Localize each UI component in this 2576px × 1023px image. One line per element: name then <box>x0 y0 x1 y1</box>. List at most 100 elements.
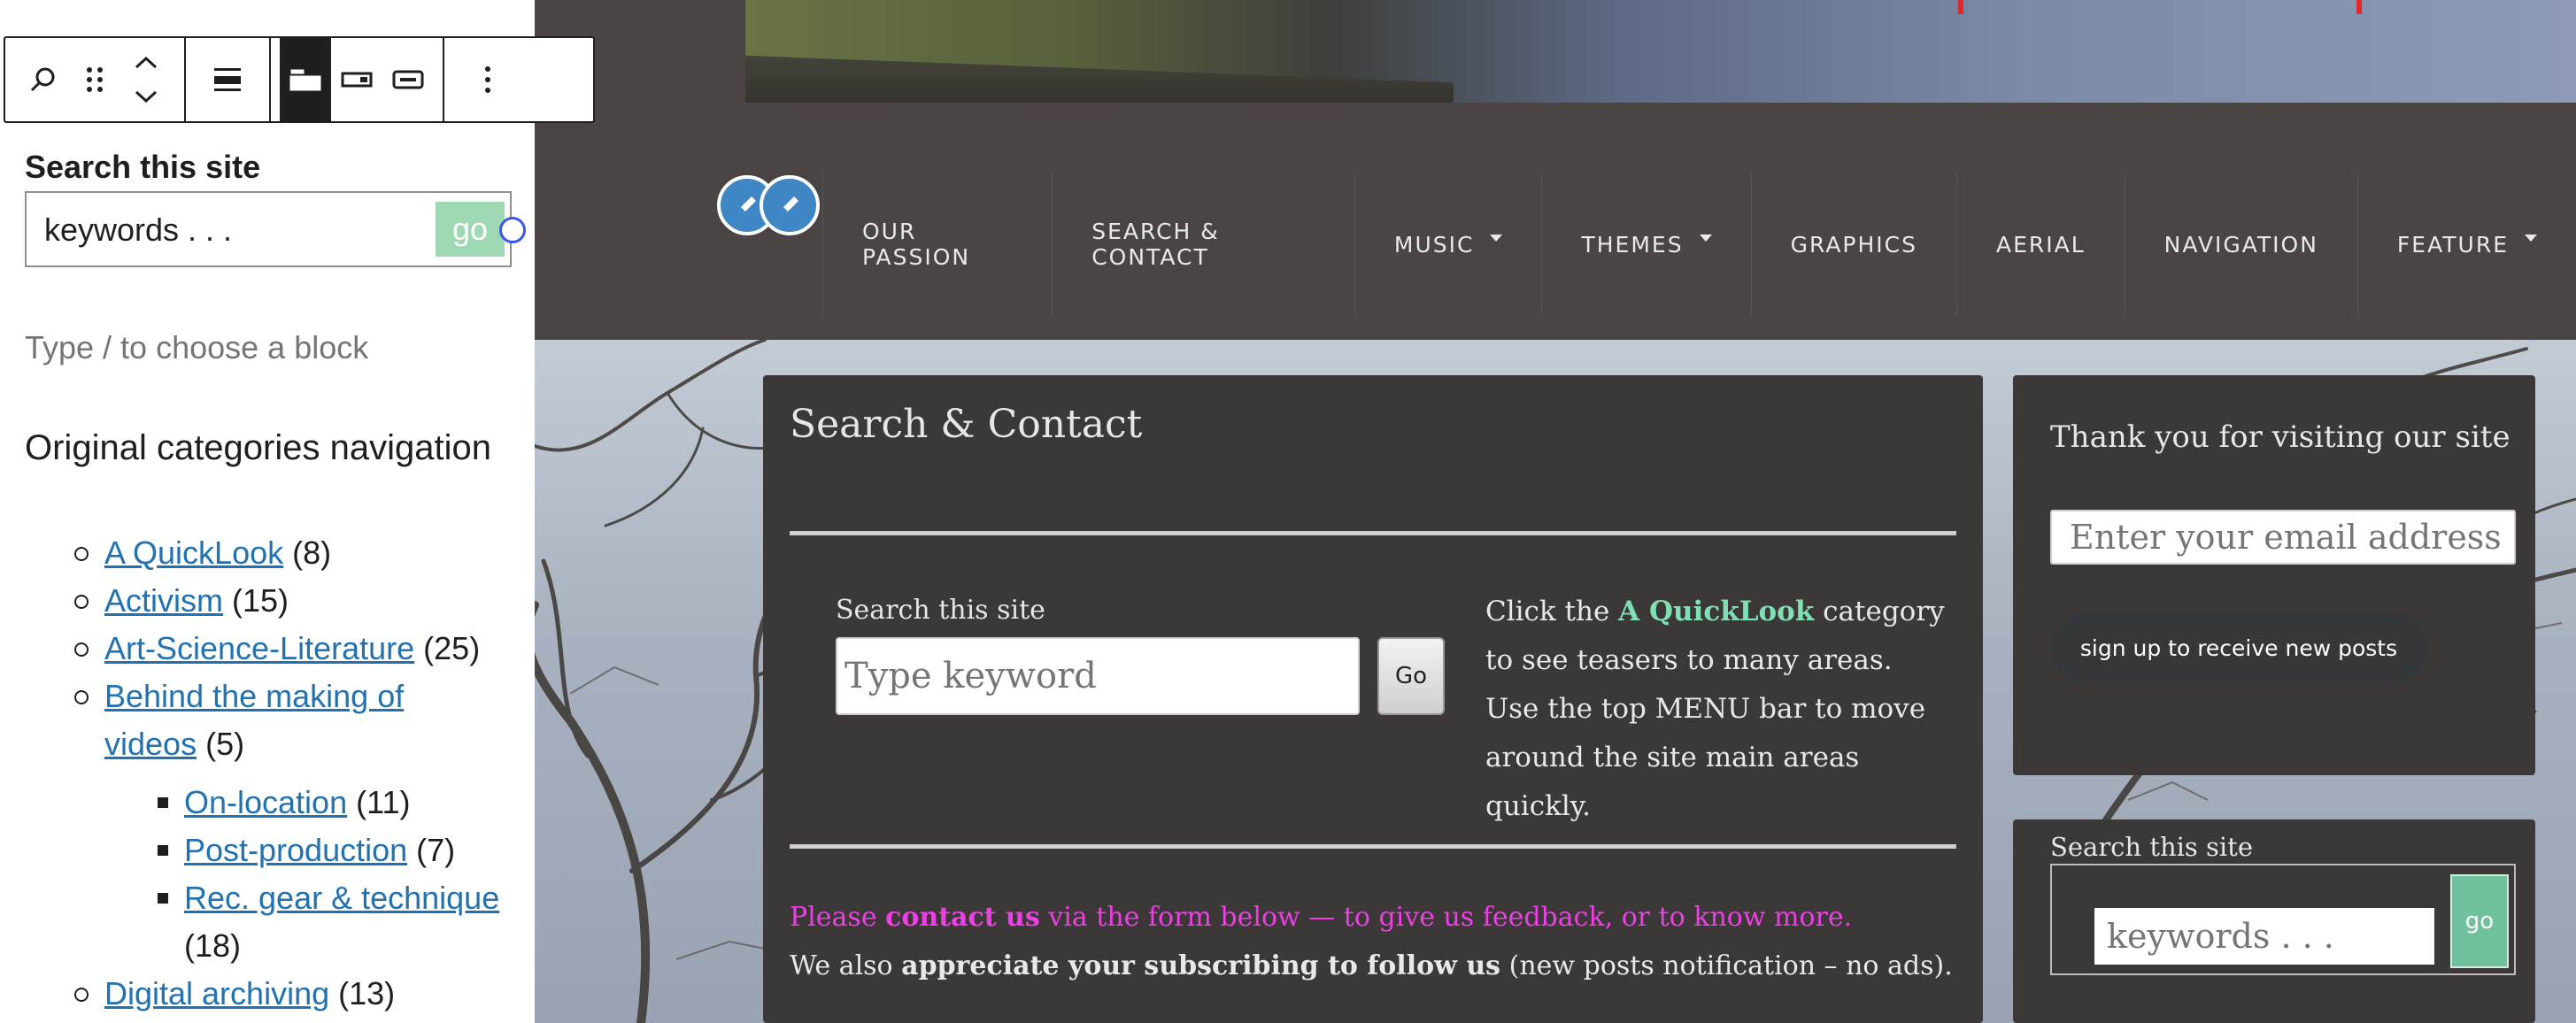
divider <box>790 531 1956 535</box>
block-toolbar <box>4 36 595 123</box>
info-text-part: Click the <box>1485 596 1619 627</box>
header-image <box>745 0 2576 103</box>
quicklook-link[interactable]: A QuickLook <box>1618 596 1814 627</box>
list-item: A QuickLook (8) <box>25 529 529 577</box>
edit-pencil-icon[interactable] <box>760 175 820 235</box>
nav-item-label: NAVIGATION <box>2163 231 2318 258</box>
category-link[interactable]: Art-Science-Literature <box>104 630 414 666</box>
email-field[interactable] <box>2050 510 2516 565</box>
nav-item-navigation[interactable]: NAVIGATION <box>2124 173 2357 315</box>
category-count: (5) <box>205 726 245 762</box>
toolbar-group-block <box>5 38 186 121</box>
contact-message: Please contact us via the form below — t… <box>790 902 1852 933</box>
nav-item-label: SEARCH & CONTACT <box>1091 219 1220 270</box>
nav-item-label: GRAPHICS <box>1790 231 1917 258</box>
move-up-down-icon[interactable] <box>120 38 172 121</box>
category-link[interactable]: Activism <box>104 582 223 619</box>
caret-down-icon <box>1699 235 1712 242</box>
category-count: (8) <box>292 535 332 571</box>
subscribe-widget: Thank you for visiting our site sign up … <box>2013 375 2535 775</box>
resize-handle[interactable] <box>499 217 526 243</box>
toolbar-group-options <box>444 38 531 121</box>
nav-item-label: THEMES <box>1581 231 1684 258</box>
info-text: Click the A QuickLook category to see te… <box>1485 588 1946 831</box>
category-link[interactable]: Rec. gear & technique <box>184 880 499 916</box>
sidebar-search-widget: Search this site go <box>2013 819 2535 1023</box>
category-count: (18) <box>184 927 242 964</box>
list-item: Activism (15) <box>25 577 529 625</box>
info-text-part: category to see teasers to many areas. U… <box>1485 596 1945 822</box>
list-item: Art-Science-Literature (25) <box>25 625 529 673</box>
list-item: Behind the making of videos (5) <box>25 673 485 768</box>
nav-item-themes[interactable]: THEMES <box>1541 173 1750 315</box>
sidebar-search-box: go <box>2050 864 2516 975</box>
search-label: Search this site <box>836 595 1045 626</box>
search-input[interactable] <box>836 637 1360 715</box>
subscribe-title: Thank you for visiting our site <box>2050 419 2510 455</box>
subscribe-text: We also <box>790 950 902 981</box>
sub-list-item: On-location (11) <box>25 779 529 827</box>
categories-heading: Original categories navigation <box>25 428 491 467</box>
nav-item-feature[interactable]: FEATURE <box>2356 173 2576 315</box>
search-widget-input[interactable] <box>44 211 434 250</box>
main-content-card: Search & Contact Search this site Go Cli… <box>763 375 1983 1023</box>
category-link[interactable]: Behind the making of videos <box>104 678 404 762</box>
contact-text: via the form below — to give us feedback… <box>1039 902 1853 933</box>
button-inside-icon[interactable] <box>331 38 382 121</box>
contact-text: Please <box>790 902 886 933</box>
caret-down-icon <box>1490 235 1503 242</box>
signup-button[interactable]: sign up to receive new posts <box>2050 612 2427 683</box>
editor-panel: Search this site go Type / to choose a b… <box>0 0 595 1023</box>
nav-item-our-passion[interactable]: OUR PASSION <box>822 173 1052 315</box>
sub-list-item: Rec. gear & technique (18) <box>25 874 529 970</box>
category-count: (25) <box>423 630 481 666</box>
category-count: (15) <box>232 582 289 619</box>
category-count: (11) <box>356 784 411 820</box>
search-widget-box: go <box>25 191 512 267</box>
subscribe-message: We also appreciate your subscribing to f… <box>790 950 1953 981</box>
list-item: Digital archiving (13) <box>25 970 529 1018</box>
divider <box>790 844 1956 849</box>
toolbar-group-button-position <box>271 38 444 121</box>
category-link[interactable]: Digital archiving <box>104 975 329 1011</box>
sidebar-search-go-button[interactable]: go <box>2450 874 2509 968</box>
search-widget-title: Search this site <box>25 149 261 185</box>
nav-item-label: MUSIC <box>1393 231 1475 258</box>
site-preview: OUR PASSION SEARCH & CONTACT MUSIC THEME… <box>535 0 2576 1023</box>
contact-us-link[interactable]: contact us <box>885 902 1040 933</box>
nav-item-music[interactable]: MUSIC <box>1354 173 1542 315</box>
category-link[interactable]: Post-production <box>184 832 407 868</box>
sidebar-search-label: Search this site <box>2050 832 2253 862</box>
search-icon[interactable] <box>18 38 69 121</box>
subscribe-text: (new posts notification – no ads). <box>1500 950 1953 981</box>
button-outside-icon[interactable] <box>280 38 331 121</box>
caret-down-icon <box>2525 235 2537 242</box>
nav-item-graphics[interactable]: GRAPHICS <box>1750 173 1956 315</box>
header-image-marker <box>1958 0 1963 14</box>
block-appender-placeholder[interactable]: Type / to choose a block <box>25 329 368 366</box>
sidebar-search-input[interactable] <box>2094 908 2434 965</box>
subscribe-emphasis: appreciate your subscribing to follow us <box>901 950 1501 981</box>
nav-item-label: AERIAL <box>1996 231 2086 258</box>
nav-item-search-contact[interactable]: SEARCH & CONTACT <box>1052 173 1354 315</box>
nav-item-aerial[interactable]: AERIAL <box>1956 173 2125 315</box>
search-widget-go-button[interactable]: go <box>436 202 505 257</box>
header-image-wall <box>745 55 1454 103</box>
categories-list: A QuickLook (8) Activism (15) Art-Scienc… <box>25 529 529 1018</box>
more-options-icon[interactable] <box>462 38 513 121</box>
main-navigation: OUR PASSION SEARCH & CONTACT MUSIC THEME… <box>822 173 2576 315</box>
align-center-icon[interactable] <box>202 38 253 121</box>
search-go-button[interactable]: Go <box>1377 637 1445 715</box>
category-link[interactable]: On-location <box>184 784 347 820</box>
category-count: (7) <box>416 832 456 868</box>
page-title: Search & Contact <box>790 402 1143 447</box>
drag-handle-icon[interactable] <box>69 38 120 121</box>
category-count: (13) <box>338 975 396 1011</box>
header-image-marker <box>2356 0 2362 14</box>
nav-item-label: OUR PASSION <box>862 219 971 270</box>
toolbar-group-align <box>186 38 271 121</box>
button-only-icon[interactable] <box>382 38 434 121</box>
category-link[interactable]: A QuickLook <box>104 535 283 571</box>
sub-list-item: Post-production (7) <box>25 827 529 874</box>
nav-item-label: FEATURE <box>2396 231 2509 258</box>
